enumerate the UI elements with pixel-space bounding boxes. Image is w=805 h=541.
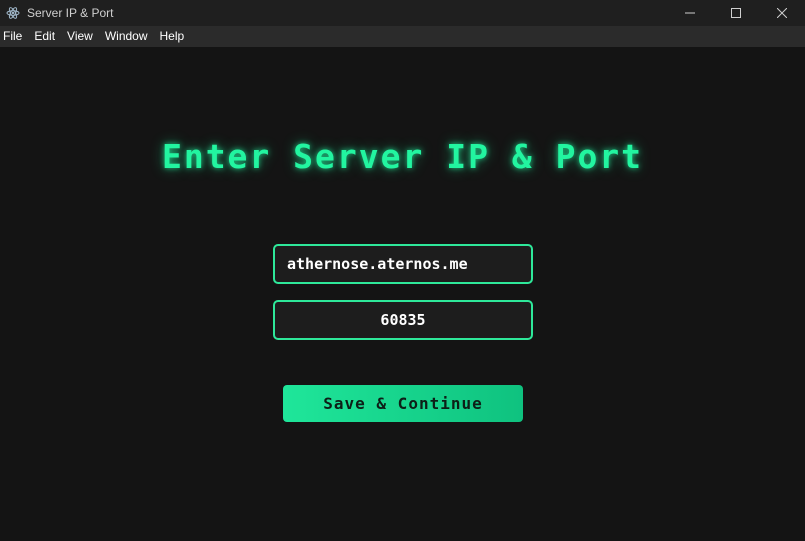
window-controls xyxy=(667,0,805,26)
close-button[interactable] xyxy=(759,0,805,26)
maximize-icon xyxy=(731,8,741,18)
server-port-input[interactable] xyxy=(273,300,533,340)
maximize-button[interactable] xyxy=(713,0,759,26)
menu-view[interactable]: View xyxy=(61,26,99,47)
page-title: Enter Server IP & Port xyxy=(161,137,644,176)
menu-edit[interactable]: Edit xyxy=(28,26,61,47)
minimize-icon xyxy=(685,12,695,14)
window-title: Server IP & Port xyxy=(27,6,114,20)
menu-help[interactable]: Help xyxy=(154,26,191,47)
save-continue-button[interactable]: Save & Continue xyxy=(283,385,523,422)
menu-window[interactable]: Window xyxy=(99,26,154,47)
close-icon xyxy=(777,8,787,18)
menu-bar: File Edit View Window Help xyxy=(0,26,805,47)
title-bar: Server IP & Port xyxy=(0,0,805,26)
menu-file[interactable]: File xyxy=(0,26,28,47)
server-ip-input[interactable] xyxy=(273,244,533,284)
electron-icon xyxy=(6,6,20,20)
content-area xyxy=(0,47,805,541)
minimize-button[interactable] xyxy=(667,0,713,26)
